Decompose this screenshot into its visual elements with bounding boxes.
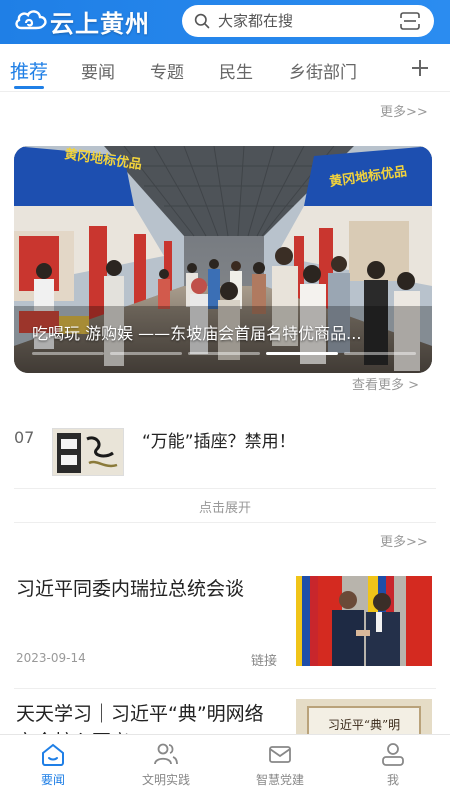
app-logo: 云上黄州 [14,4,164,38]
divider [14,688,436,689]
divider [14,488,436,489]
socket-thumbnail-image [53,429,123,475]
pagination-dot [188,352,260,355]
article-thumbnail[interactable]: 习近平“典”明 [296,699,432,739]
pagination-dot [344,352,416,355]
people-icon [154,743,178,765]
article-thumbnail[interactable] [296,576,432,666]
nav-label: 要闻 [40,773,65,787]
app-name: 云上黄州 [50,8,150,38]
featured-banner[interactable]: 黄冈地标优品 黄冈地标优品 吃喝玩 游购娱 ——东坡庙会首届名特优商品... [14,146,432,373]
study-banner-image: 习近平“典”明 [296,699,432,739]
search-input[interactable] [218,9,388,33]
nav-label: 我 [386,773,399,787]
app-screen: 云上黄州 推荐 要闻 专题 民生 乡街部门 更多>> [0,0,450,800]
tab-headlines[interactable]: 要闻 [81,58,115,83]
top-header: 云上黄州 [0,0,450,44]
nav-headlines[interactable]: 要闻 [8,741,98,788]
tab-topics[interactable]: 专题 [150,58,184,83]
pagination-dot [32,352,104,355]
mail-icon [269,746,291,763]
tab-recommend[interactable]: 推荐 [10,57,48,84]
plus-icon[interactable] [408,56,432,80]
article-date: 2023-09-14 [16,651,86,665]
pagination-dot [110,352,182,355]
expand-button[interactable]: 点击展开 [0,497,450,516]
ranked-news-title[interactable]: “万能”插座？禁用！ [142,427,296,452]
article-tag: 链接 [251,654,278,669]
active-tab-indicator [14,86,44,89]
pagination-dot-active [266,352,338,355]
nav-smart-party[interactable]: 智慧党建 [235,741,325,788]
tab-livelihood[interactable]: 民生 [219,58,253,83]
home-icon [42,743,64,766]
article-title[interactable]: 习近平同委内瑞拉总统会谈 [16,575,278,603]
nav-label: 文明实践 [141,773,190,787]
user-icon [382,743,404,766]
thumb-caption: 习近平“典”明 [328,718,400,732]
channel-tabs: 推荐 要闻 专题 民生 乡街部门 [0,50,450,92]
view-more-link[interactable]: 查看更多 > [352,374,419,393]
socket-thumbnail[interactable] [52,428,124,476]
search-bar[interactable] [182,5,434,37]
tab-township-departments[interactable]: 乡街部门 [289,58,357,83]
divider [14,522,436,523]
more-link-section[interactable]: 更多>> [380,531,428,550]
nav-label: 智慧党建 [255,773,304,787]
banner-pagination [32,352,416,355]
cloud-logo-icon [15,10,47,30]
search-icon [194,13,210,29]
nav-civilization-practice[interactable]: 文明实践 [121,741,211,788]
nav-me[interactable]: 我 [348,741,438,788]
more-link-top[interactable]: 更多>> [380,101,428,120]
banner-caption: 吃喝玩 游购娱 ——东坡庙会首届名特优商品... [32,324,362,343]
rank-number: 07 [14,428,35,447]
meeting-photo [296,576,432,666]
bottom-navigation: 要闻 文明实践 智慧党建 我 [0,734,450,800]
scan-icon[interactable] [400,12,420,30]
